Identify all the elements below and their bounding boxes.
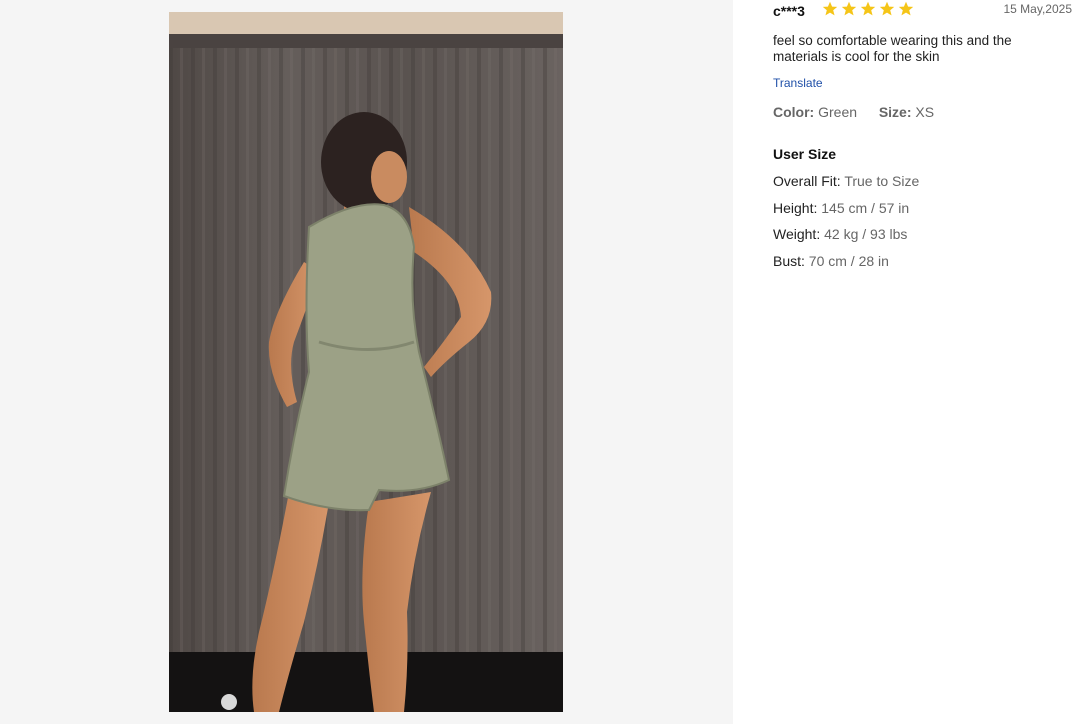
size-row-overall-fit: Overall Fit: True to Size <box>773 173 919 189</box>
image-viewer <box>0 0 733 724</box>
size-row-height: Height: 145 cm / 57 in <box>773 200 909 216</box>
size-row-value: True to Size <box>844 173 920 189</box>
star-icon <box>822 1 838 16</box>
size-row-value: 145 cm / 57 in <box>821 200 910 216</box>
size-value: XS <box>915 104 935 120</box>
size-row-bust: Bust: 70 cm / 28 in <box>773 253 889 269</box>
purchase-attributes: Color: Green Size: XS <box>773 104 934 120</box>
size-row-value: 42 kg / 93 lbs <box>824 226 908 242</box>
review-date: 15 May,2025 <box>1003 2 1073 16</box>
color-label: Color: <box>773 104 815 120</box>
review-photo[interactable] <box>169 12 563 712</box>
size-label: Size: <box>878 104 912 120</box>
user-size-title: User Size <box>773 146 837 162</box>
review-photo-illustration <box>169 12 563 712</box>
review-panel: c***3 15 May,2025 feel so comfortable we… <box>773 0 1073 724</box>
size-row-value: 70 cm / 28 in <box>808 253 889 269</box>
size-row-label: Height: <box>773 200 818 216</box>
star-icon <box>841 1 857 16</box>
size-row-weight: Weight: 42 kg / 93 lbs <box>773 226 907 242</box>
color-value: Green <box>818 104 858 120</box>
size-row-label: Bust: <box>773 253 805 269</box>
star-icon <box>898 1 914 16</box>
reviewer-name: c***3 <box>773 3 805 19</box>
star-icon <box>860 1 876 16</box>
review-header: c***3 15 May,2025 <box>773 0 1073 24</box>
size-row-label: Weight: <box>773 226 821 242</box>
star-rating <box>822 1 914 17</box>
size-row-label: Overall Fit: <box>773 173 841 189</box>
translate-link[interactable]: Translate <box>773 76 823 90</box>
review-body: feel so comfortable wearing this and the… <box>773 33 1012 64</box>
star-icon <box>879 1 895 16</box>
